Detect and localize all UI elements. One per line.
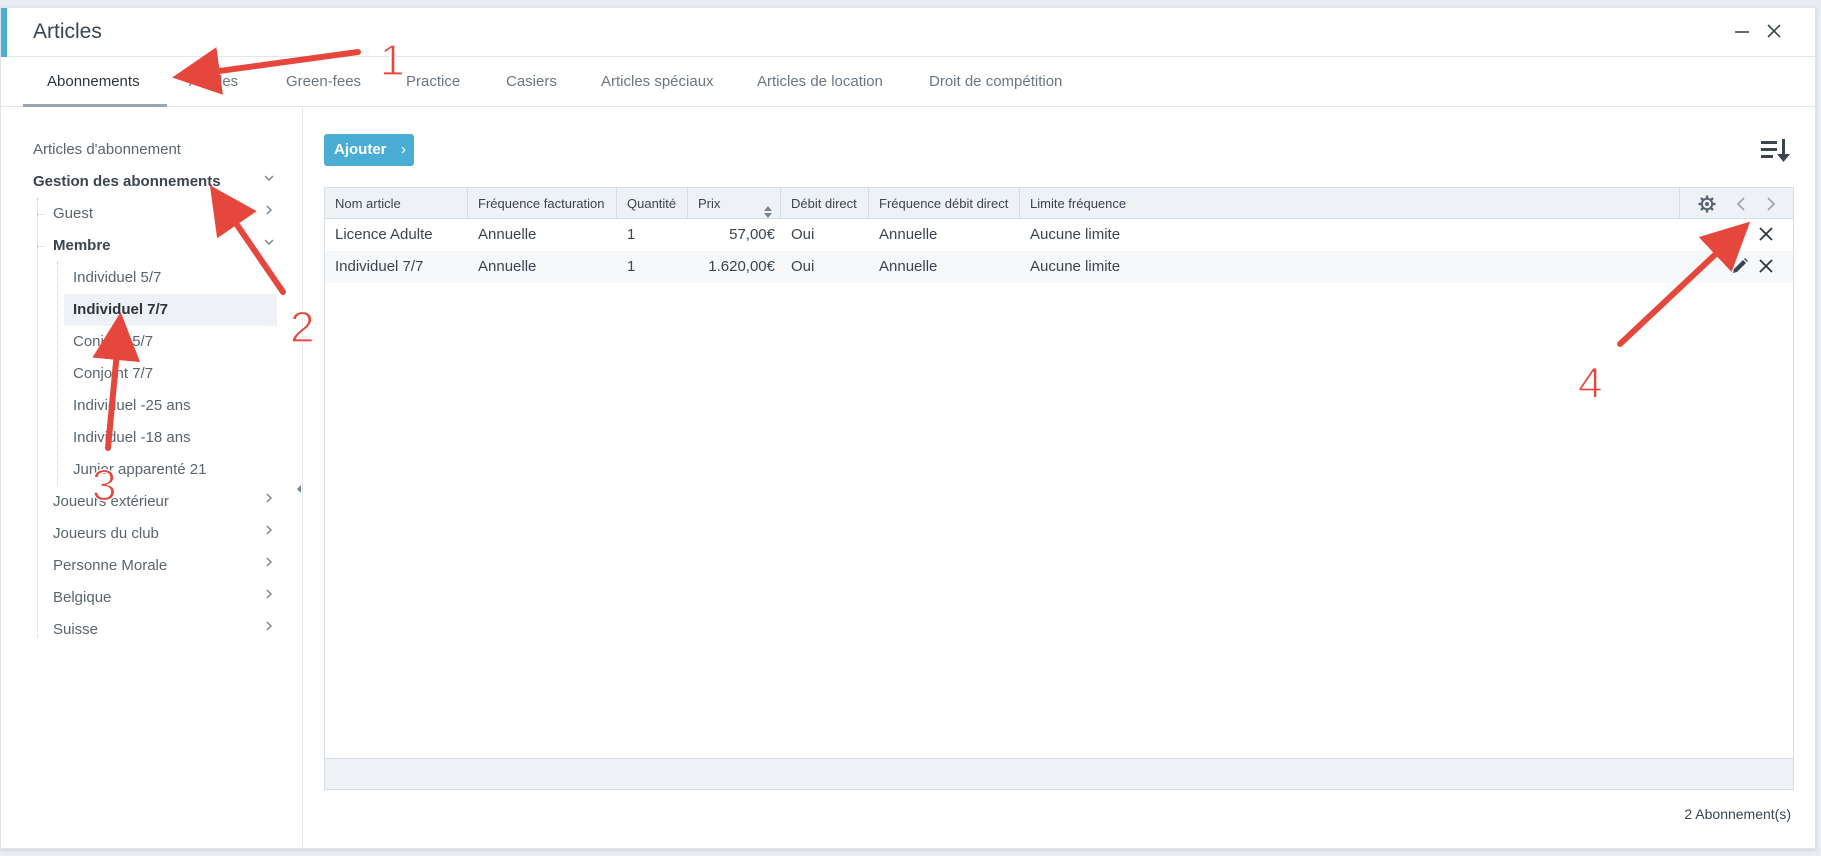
column-header-debit-direct[interactable]: Débit direct — [781, 188, 869, 219]
column-header-prix[interactable]: Prix — [688, 188, 781, 219]
tree-item-conjoint-7-7[interactable]: Conjoint 7/7 — [73, 358, 153, 390]
chevron-right-icon[interactable] — [263, 204, 275, 219]
chevron-down-icon[interactable] — [263, 172, 275, 187]
tree-item-personne-morale[interactable]: Personne Morale — [53, 550, 167, 582]
cell-nom-article: Licence Adulte — [335, 226, 433, 243]
column-header-nom-article[interactable]: Nom article — [325, 188, 468, 219]
cell-frequence-debit-direct: Annuelle — [879, 226, 938, 243]
tab-articles[interactable]: Articles — [189, 57, 238, 107]
cell-nom-article: Individuel 7/7 — [335, 258, 424, 275]
tree-item-articles-abonnement[interactable]: Articles d'abonnement — [33, 134, 181, 166]
column-header-frequence-debit-direct[interactable]: Fréquence débit direct — [869, 188, 1020, 219]
tab-articles-de-location[interactable]: Articles de location — [757, 57, 883, 107]
tree-guide-line — [37, 198, 38, 638]
tree-item-individuel-5-7[interactable]: Individuel 5/7 — [73, 262, 161, 294]
window-title: Articles — [33, 20, 102, 43]
articles-window: Articles Abonnements Articles Green-fees… — [0, 7, 1817, 850]
sidebar-tree: Articles d'abonnement Gestion des abonne… — [1, 108, 303, 850]
cell-prix: 1.620,00€ — [708, 258, 775, 275]
column-header-prix-label: Prix — [698, 196, 721, 211]
chevron-right-icon[interactable] — [263, 556, 275, 571]
cell-limite-frequence: Aucune limite — [1030, 258, 1121, 275]
tree-connector — [37, 246, 45, 247]
tree-item-junior-apparente-21[interactable]: Junior apparenté 21 — [73, 454, 206, 486]
tree-item-individuel-7-7[interactable]: Individuel 7/7 — [64, 294, 277, 326]
tree-item-joueurs-du-club[interactable]: Joueurs du club — [53, 518, 159, 550]
grid-footer — [325, 758, 1793, 789]
minimize-icon[interactable] — [1731, 22, 1753, 44]
table-row[interactable]: Licence Adulte Annuelle 1 57,00€ Oui Ann… — [325, 219, 1793, 251]
tab-droit-de-competition[interactable]: Droit de compétition — [929, 57, 1062, 107]
title-accent-bar — [1, 8, 7, 57]
chevron-left-icon[interactable] — [1736, 197, 1746, 216]
delete-x-icon[interactable] — [1757, 225, 1777, 245]
chevron-right-icon[interactable] — [1766, 197, 1776, 216]
tree-item-guest[interactable]: Guest — [53, 198, 93, 230]
main-content: Ajouter › Nom article Fréquence facturat… — [303, 108, 1817, 850]
tree-item-individuel-25[interactable]: Individuel -25 ans — [73, 390, 191, 422]
tree-item-belgique[interactable]: Belgique — [53, 582, 111, 614]
tree-item-individuel-18[interactable]: Individuel -18 ans — [73, 422, 191, 454]
table-row[interactable]: Individuel 7/7 Annuelle 1 1.620,00€ Oui … — [325, 251, 1793, 283]
chevron-right-icon[interactable] — [263, 524, 275, 539]
tab-bar: Abonnements Articles Green-fees Practice… — [1, 57, 1815, 107]
chevron-right-icon[interactable] — [263, 620, 275, 635]
close-icon[interactable] — [1763, 22, 1785, 44]
cell-frequence-facturation: Annuelle — [478, 226, 537, 243]
tree-item-gestion-abonnements[interactable]: Gestion des abonnements — [33, 166, 221, 198]
sort-list-icon[interactable] — [1761, 138, 1791, 169]
tree-connector — [37, 214, 45, 215]
cell-debit-direct: Oui — [791, 258, 815, 275]
tab-abonnements[interactable]: Abonnements — [47, 57, 140, 107]
chevron-down-icon[interactable] — [263, 236, 275, 251]
tab-casiers[interactable]: Casiers — [506, 57, 557, 107]
column-header-frequence-facturation[interactable]: Fréquence facturation — [468, 188, 617, 219]
pencil-icon[interactable] — [1731, 225, 1751, 245]
cell-frequence-debit-direct: Annuelle — [879, 258, 938, 275]
grid-header: Nom article Fréquence facturation Quanti… — [325, 188, 1793, 219]
tree-item-conjoint-5-7[interactable]: Conjoint 5/7 — [73, 326, 153, 358]
column-header-limite-frequence[interactable]: Limite fréquence — [1020, 188, 1220, 219]
record-count: 2 Abonnement(s) — [1684, 806, 1791, 822]
subscriptions-grid: Nom article Fréquence facturation Quanti… — [324, 187, 1794, 790]
column-header-quantite[interactable]: Quantité — [617, 188, 688, 219]
delete-x-icon[interactable] — [1757, 257, 1777, 277]
cell-prix: 57,00€ — [729, 226, 775, 243]
grid-header-tools — [1679, 188, 1793, 219]
add-button[interactable]: Ajouter › — [324, 134, 414, 166]
tree-item-joueurs-exterieur[interactable]: Joueurs extérieur — [53, 486, 169, 518]
title-bar: Articles — [1, 8, 1815, 57]
active-tab-indicator — [23, 104, 167, 107]
tab-articles-speciaux[interactable]: Articles spéciaux — [601, 57, 714, 107]
cell-frequence-facturation: Annuelle — [478, 258, 537, 275]
cell-debit-direct: Oui — [791, 226, 815, 243]
chevron-right-icon[interactable] — [263, 492, 275, 507]
tree-item-membre[interactable]: Membre — [53, 230, 111, 262]
tab-green-fees[interactable]: Green-fees — [286, 57, 361, 107]
gear-icon[interactable] — [1698, 195, 1716, 218]
cell-limite-frequence: Aucune limite — [1030, 226, 1121, 243]
tree-guide-line — [57, 262, 58, 486]
tree-item-suisse[interactable]: Suisse — [53, 614, 98, 646]
pencil-icon[interactable] — [1731, 257, 1751, 277]
sidebar-collapse-handle[interactable] — [296, 485, 302, 496]
chevron-right-icon: › — [401, 141, 406, 158]
chevron-right-icon[interactable] — [263, 588, 275, 603]
cell-quantite: 1 — [627, 258, 636, 275]
cell-quantite: 1 — [627, 226, 636, 243]
tab-practice[interactable]: Practice — [406, 57, 460, 107]
add-button-label: Ajouter — [334, 141, 387, 158]
